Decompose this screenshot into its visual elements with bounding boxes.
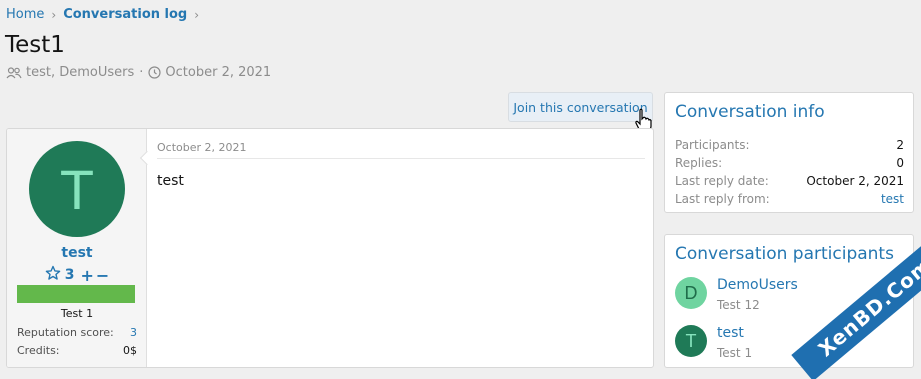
info-row: Participants: 2 xyxy=(675,138,904,152)
chevron-right-icon: › xyxy=(51,7,57,22)
participant-name[interactable]: test xyxy=(717,325,744,341)
message-user-panel: T test 3 + − Test 1 Reputation score: 3 … xyxy=(7,129,147,367)
credits-row: Credits: 0$ xyxy=(17,344,137,357)
participant-name[interactable]: DemoUsers xyxy=(717,277,798,293)
participant-title: Test 12 xyxy=(717,298,760,312)
participant-title: Test 1 xyxy=(717,346,753,360)
author-name[interactable]: test xyxy=(7,245,147,261)
user-banner xyxy=(17,285,135,303)
info-row: Last reply from: test xyxy=(675,192,904,206)
breadcrumb-home[interactable]: Home xyxy=(6,7,44,22)
avatar[interactable]: T xyxy=(29,141,125,237)
reputation-row: Reputation score: 3 xyxy=(17,326,137,339)
rating: 3 + − xyxy=(7,265,147,285)
star-icon xyxy=(45,265,61,285)
participants-title: Conversation participants xyxy=(675,244,894,264)
last-reply-user-link[interactable]: test xyxy=(881,192,904,206)
plus-icon[interactable]: + xyxy=(80,266,93,285)
participants-text: test, DemoUsers xyxy=(26,65,135,80)
conversation-info-title: Conversation info xyxy=(675,102,825,122)
reputation-value[interactable]: 3 xyxy=(130,326,137,339)
minus-icon[interactable]: − xyxy=(96,266,109,285)
message-date[interactable]: October 2, 2021 xyxy=(157,141,247,154)
breadcrumb-conversation-log[interactable]: Conversation log xyxy=(63,7,187,22)
avatar[interactable]: D xyxy=(675,277,707,309)
info-row: Last reply date: October 2, 2021 xyxy=(675,174,904,188)
join-conversation-button[interactable]: Join this conversation xyxy=(508,92,653,122)
credits-value: 0$ xyxy=(123,344,137,357)
message: T test 3 + − Test 1 Reputation score: 3 … xyxy=(6,128,654,368)
page-title: Test1 xyxy=(5,32,65,58)
conversation-info-block: Conversation info Participants: 2 Replie… xyxy=(664,92,914,213)
user-title: Test 1 xyxy=(60,307,94,320)
conversation-meta: test, DemoUsers · October 2, 2021 xyxy=(6,65,271,80)
avatar[interactable]: T xyxy=(675,325,707,357)
chevron-right-icon: › xyxy=(194,7,200,22)
clock-icon xyxy=(148,66,162,79)
breadcrumb: Home › Conversation log › xyxy=(6,7,206,22)
message-body: test xyxy=(157,173,184,189)
rating-value: 3 xyxy=(64,267,75,283)
users-icon xyxy=(6,66,22,79)
info-row: Replies: 0 xyxy=(675,156,904,170)
meta-date: October 2, 2021 xyxy=(165,65,272,80)
